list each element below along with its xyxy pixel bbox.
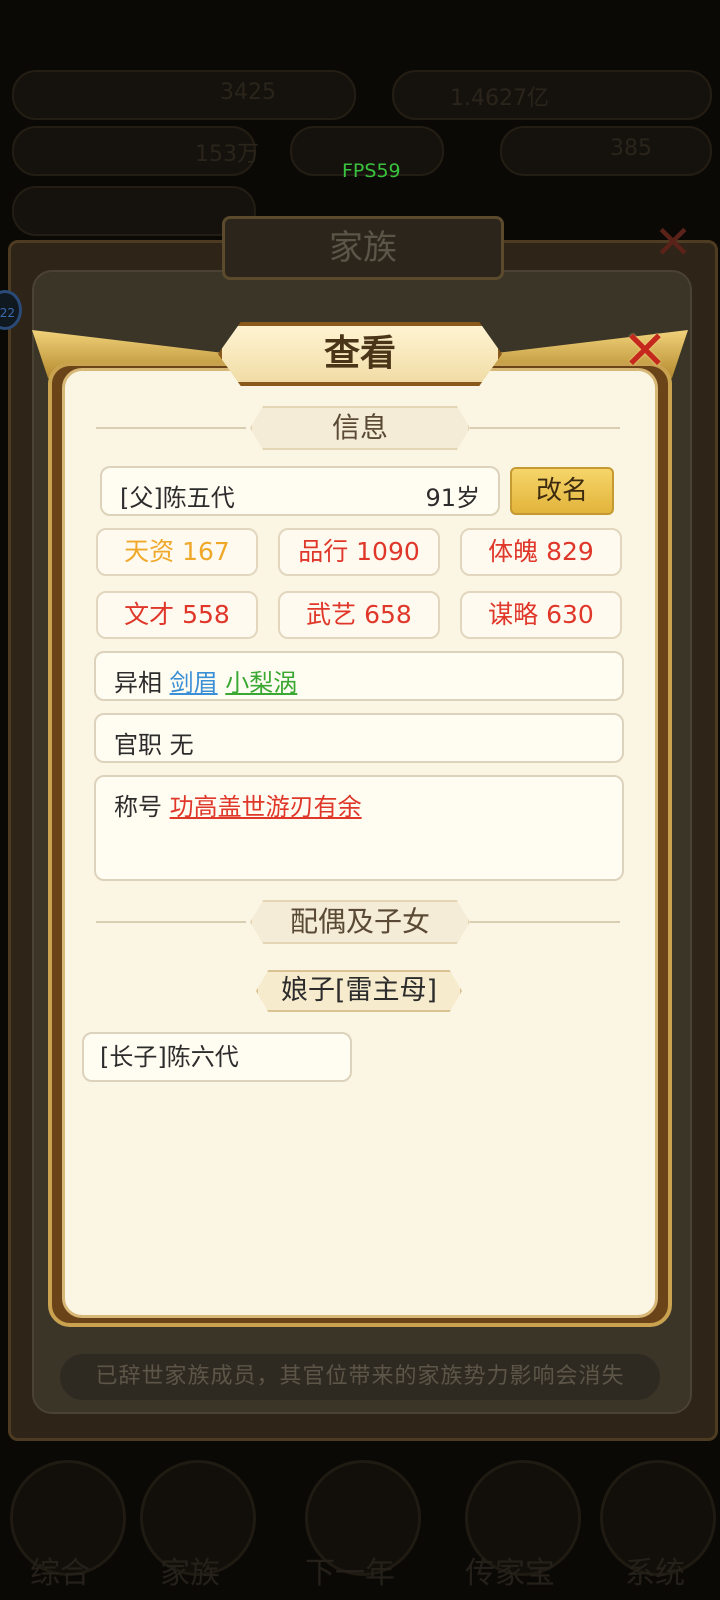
nav-label[interactable]: 传家宝 [465,1548,555,1592]
bg-resource-bar-right [392,70,712,120]
honor-label: 称号 功高盖世游刃有余 [114,793,362,821]
bg-stat-value: 385 [610,136,652,161]
section-divider [470,921,620,923]
member-name: [父]陈五代 [120,484,235,512]
nav-label[interactable]: 系统 [625,1548,685,1592]
family-close-icon[interactable]: ✕ [648,212,698,272]
section-divider [96,427,246,429]
stat-physique: 体魄 829 [460,528,622,576]
fps-counter: FPS59 [342,160,401,182]
name-field: [父]陈五代 91岁 [100,466,500,516]
nav-label[interactable]: 家族 [160,1548,220,1592]
office-value: 无 [169,731,194,759]
stat-martial: 武艺 658 [278,591,440,639]
member-age: 91岁 [425,484,480,512]
honor-link[interactable]: 功高盖世游刃有余 [170,793,362,821]
trait-link[interactable]: 小梨涡 [225,669,297,697]
stat-morality: 品行 1090 [278,528,440,576]
bg-stat-bar [500,126,712,176]
section-title-info: 信息 [250,406,470,450]
family-notice: 已辞世家族成员，其官位带来的家族势力影响会消失 [60,1354,660,1400]
spouse-button[interactable]: 娘子[雷主母] [256,970,462,1012]
trait-link[interactable]: 剑眉 [170,669,218,697]
traits-row: 异相 剑眉 小梨涡 [94,651,624,701]
rename-button[interactable]: 改名 [510,467,614,515]
child-card[interactable]: [长子]陈六代 [82,1032,352,1082]
bg-stat-bar [12,186,256,236]
dialog-title: 查看 [218,322,502,386]
stat-strategy: 谋略 630 [460,591,622,639]
family-window-title: 家族 [222,216,504,280]
bg-resource-bar-left [12,70,356,120]
section-divider [96,921,246,923]
office-row: 官职 无 [94,713,624,763]
nav-label[interactable]: 下一年 [305,1548,395,1592]
honor-row: 称号 功高盖世游刃有余 [94,775,624,881]
stat-literacy: 文才 558 [96,591,258,639]
close-icon[interactable]: ✕ [614,320,676,382]
bg-resource-value: 1.4627亿 [450,86,549,111]
bg-stat-value: 153万 [195,142,259,167]
stat-talent: 天资 167 [96,528,258,576]
nav-label[interactable]: 综合 [30,1548,90,1592]
office-label: 官职 无 [114,731,194,759]
section-title-family: 配偶及子女 [250,900,470,944]
bg-resource-value: 3425 [220,80,276,105]
traits-label: 异相 剑眉 小梨涡 [114,669,298,697]
section-divider [470,427,620,429]
